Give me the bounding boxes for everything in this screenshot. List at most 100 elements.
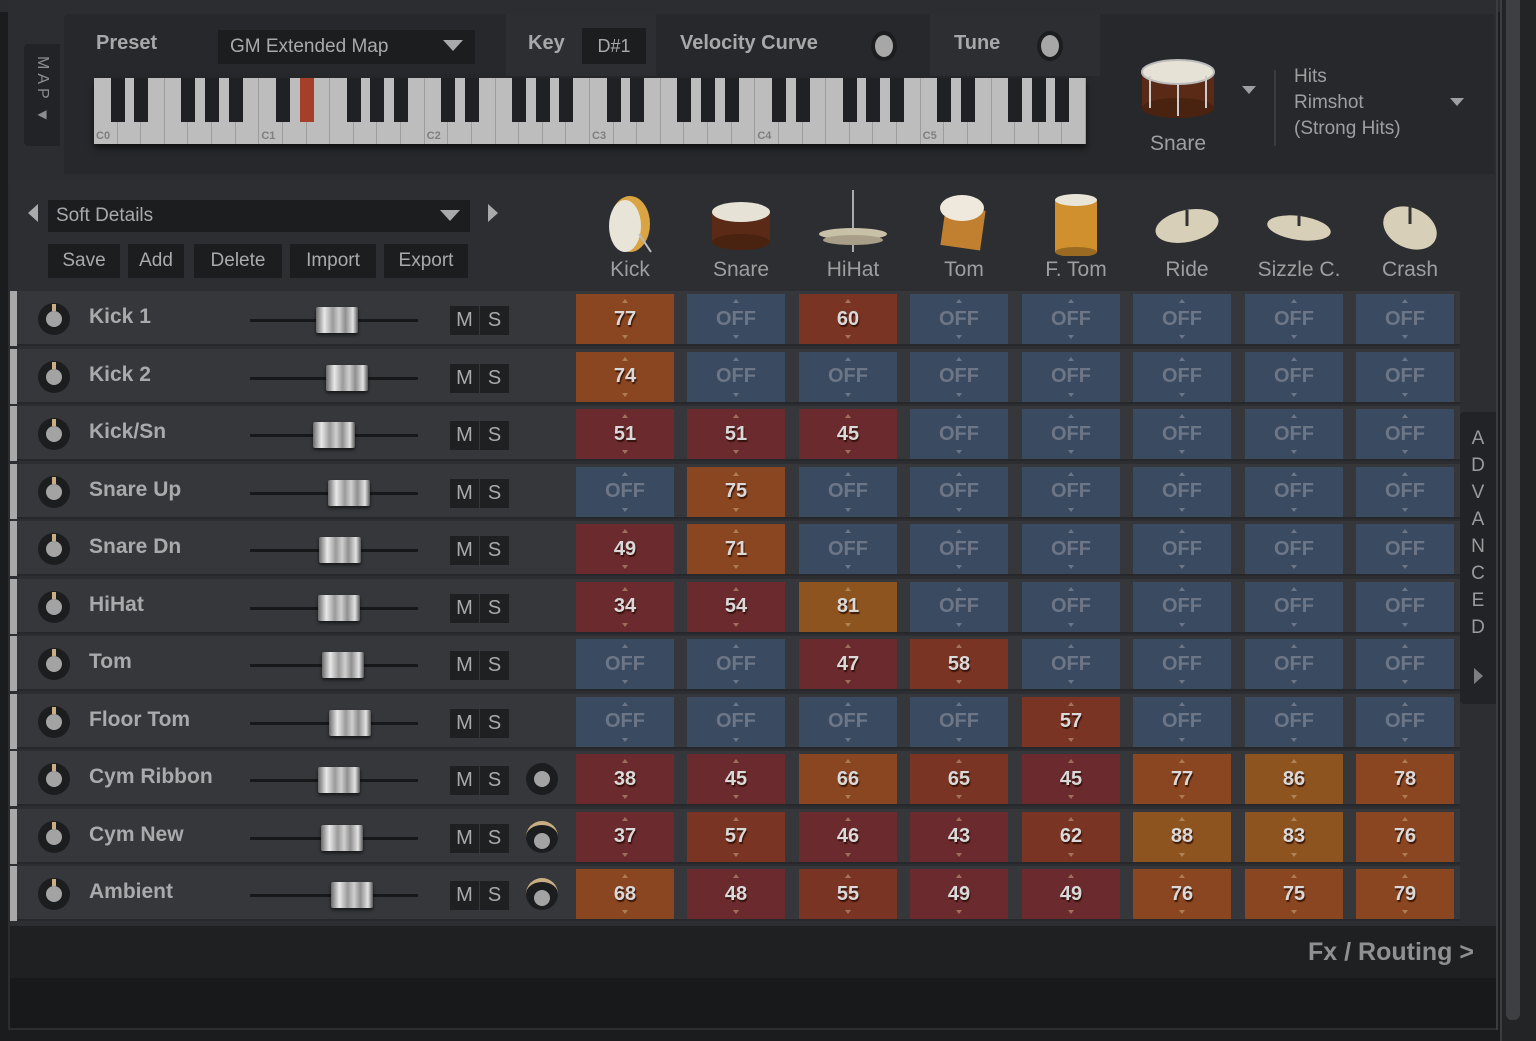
bleed-level-cell[interactable]: OFF [1245,581,1343,632]
decrement-arrow-icon[interactable] [845,622,851,627]
decrement-arrow-icon[interactable] [1179,795,1185,799]
increment-arrow-icon[interactable] [1402,701,1408,706]
bleed-level-cell[interactable]: 45 [687,754,785,804]
bleed-level-cell[interactable]: 83 [1245,811,1343,862]
bleed-level-cell[interactable]: 51 [576,409,674,459]
decrement-arrow-icon[interactable] [956,507,962,512]
black-key[interactable] [724,78,739,122]
increment-arrow-icon[interactable] [622,759,628,763]
bleed-level-cell[interactable]: OFF [1022,351,1120,402]
pan-knob[interactable] [38,648,70,680]
articulation-dropdown[interactable]: Hits Rimshot (Strong Hits) [1294,64,1464,142]
drum-column-header[interactable]: Tom [909,180,1019,290]
decrement-arrow-icon[interactable] [1402,910,1408,914]
volume-fader-handle[interactable] [330,882,373,908]
bleed-level-cell[interactable]: OFF [1133,466,1231,517]
export-button[interactable]: Export [384,244,468,278]
solo-button[interactable]: S [480,651,509,680]
volume-fader-handle[interactable] [315,307,358,333]
decrement-arrow-icon[interactable] [622,450,628,454]
increment-arrow-icon[interactable] [1402,874,1408,878]
increment-arrow-icon[interactable] [845,644,851,648]
increment-arrow-icon[interactable] [1068,701,1074,706]
mute-button[interactable]: M [450,708,479,738]
bleed-level-cell[interactable]: OFF [687,351,785,402]
mute-button[interactable]: M [450,766,479,795]
bleed-level-cell[interactable]: OFF [687,696,785,747]
bleed-level-cell[interactable]: 38 [576,754,674,804]
increment-arrow-icon[interactable] [622,586,628,591]
increment-arrow-icon[interactable] [845,471,851,476]
bleed-level-cell[interactable]: 55 [799,869,897,919]
increment-arrow-icon[interactable] [622,471,628,476]
decrement-arrow-icon[interactable] [1291,680,1297,684]
bleed-level-cell[interactable]: OFF [1133,639,1231,689]
bleed-level-cell[interactable]: OFF [910,466,1008,517]
increment-arrow-icon[interactable] [1068,816,1074,821]
increment-arrow-icon[interactable] [622,816,628,821]
decrement-arrow-icon[interactable] [733,910,739,914]
volume-fader-handle[interactable] [328,479,371,506]
decrement-arrow-icon[interactable] [622,622,628,627]
decrement-arrow-icon[interactable] [1068,910,1074,914]
black-key[interactable] [701,78,716,122]
increment-arrow-icon[interactable] [1291,414,1297,418]
increment-arrow-icon[interactable] [1291,299,1297,303]
bleed-level-cell[interactable]: OFF [1022,466,1120,517]
bleed-level-cell[interactable]: OFF [910,351,1008,402]
increment-arrow-icon[interactable] [1402,414,1408,418]
decrement-arrow-icon[interactable] [845,795,851,799]
increment-arrow-icon[interactable] [845,299,851,303]
decrement-arrow-icon[interactable] [1068,565,1074,569]
bleed-level-cell[interactable]: OFF [1356,466,1454,517]
increment-arrow-icon[interactable] [956,701,962,706]
increment-arrow-icon[interactable] [1068,874,1074,878]
increment-arrow-icon[interactable] [1179,644,1185,648]
increment-arrow-icon[interactable] [1291,471,1297,476]
increment-arrow-icon[interactable] [1068,759,1074,763]
decrement-arrow-icon[interactable] [622,795,628,799]
bleed-level-cell[interactable]: 65 [910,754,1008,804]
bleed-level-cell[interactable]: OFF [1356,639,1454,689]
mute-button[interactable]: M [450,363,479,393]
increment-arrow-icon[interactable] [733,299,739,303]
black-key[interactable] [630,78,645,122]
mute-button[interactable]: M [450,881,479,910]
bleed-level-cell[interactable]: 76 [1356,811,1454,862]
save-button[interactable]: Save [48,244,120,278]
increment-arrow-icon[interactable] [1402,759,1408,763]
decrement-arrow-icon[interactable] [1291,910,1297,914]
black-key[interactable] [771,78,786,122]
mute-button[interactable]: M [450,306,479,335]
increment-arrow-icon[interactable] [1179,701,1185,706]
decrement-arrow-icon[interactable] [1179,680,1185,684]
decrement-arrow-icon[interactable] [845,507,851,512]
bleed-level-cell[interactable]: OFF [799,466,897,517]
increment-arrow-icon[interactable] [845,816,851,821]
bleed-knob[interactable] [526,878,558,910]
decrement-arrow-icon[interactable] [845,335,851,339]
bleed-level-cell[interactable]: 49 [1022,869,1120,919]
pan-knob[interactable] [38,418,70,450]
decrement-arrow-icon[interactable] [1179,852,1185,857]
volume-fader-handle[interactable] [318,594,361,621]
bleed-level-cell[interactable]: OFF [687,294,785,344]
increment-arrow-icon[interactable] [1179,759,1185,763]
decrement-arrow-icon[interactable] [1291,852,1297,857]
increment-arrow-icon[interactable] [956,759,962,763]
increment-arrow-icon[interactable] [1179,816,1185,821]
increment-arrow-icon[interactable] [845,529,851,533]
increment-arrow-icon[interactable] [845,701,851,706]
pan-knob[interactable] [38,820,70,853]
increment-arrow-icon[interactable] [956,529,962,533]
solo-button[interactable]: S [480,421,509,450]
increment-arrow-icon[interactable] [1068,529,1074,533]
increment-arrow-icon[interactable] [1402,816,1408,821]
increment-arrow-icon[interactable] [956,874,962,878]
pan-knob[interactable] [38,590,70,623]
increment-arrow-icon[interactable] [1291,586,1297,591]
mute-button[interactable]: M [450,421,479,450]
drum-column-header[interactable]: Crash [1355,180,1465,290]
increment-arrow-icon[interactable] [1068,586,1074,591]
bleed-level-cell[interactable]: 74 [576,351,674,402]
